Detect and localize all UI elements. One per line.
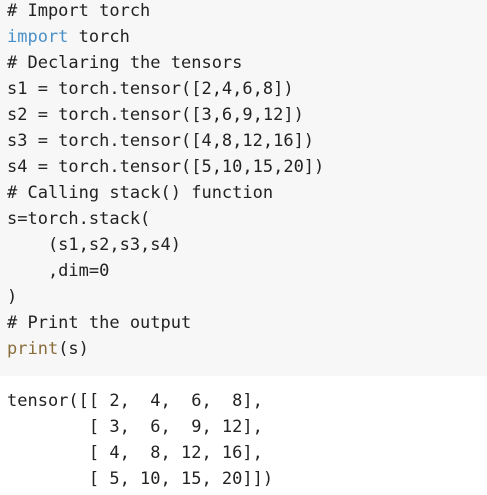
print-args: (s) [58,339,89,359]
code-line-import: import torch [7,26,130,48]
import-keyword: import [7,27,69,47]
code-line-comment-declare: # Declaring the tensors [7,53,243,73]
output-block: tensor([[ 2, 4, 6, 8], [ 3, 6, 9, 12], [… [0,376,487,495]
code-line-s4: s4 = torch.tensor([5,10,15,20]) [7,157,325,177]
code-line-stack-args: (s1,s2,s3,s4) [7,235,181,255]
output-line-4: [ 5, 10, 15, 20]]) [7,469,274,489]
code-line-stack-close: ) [7,287,18,307]
import-module: torch [68,27,130,47]
code-line-print: print(s) [7,338,89,360]
code-block: # Import torch import torch # Declaring … [0,0,487,376]
code-line-stack-open: s=torch.stack( [7,209,151,229]
code-line-comment-import: # Import torch [7,1,151,21]
code-line-stack-dim: ,dim=0 [7,261,110,281]
output-line-1: tensor([[ 2, 4, 6, 8], [7,391,263,411]
output-line-2: [ 3, 6, 9, 12], [7,417,263,437]
output-line-3: [ 4, 8, 12, 16], [7,443,263,463]
code-line-comment-print: # Print the output [7,313,192,333]
page: # Import torch import torch # Declaring … [0,0,487,495]
code-line-s3: s3 = torch.tensor([4,8,12,16]) [7,131,315,151]
code-line-comment-stack: # Calling stack() function [7,183,274,203]
print-builtin: print [7,339,59,359]
code-line-s2: s2 = torch.tensor([3,6,9,12]) [7,105,304,125]
code-line-s1: s1 = torch.tensor([2,4,6,8]) [7,79,294,99]
